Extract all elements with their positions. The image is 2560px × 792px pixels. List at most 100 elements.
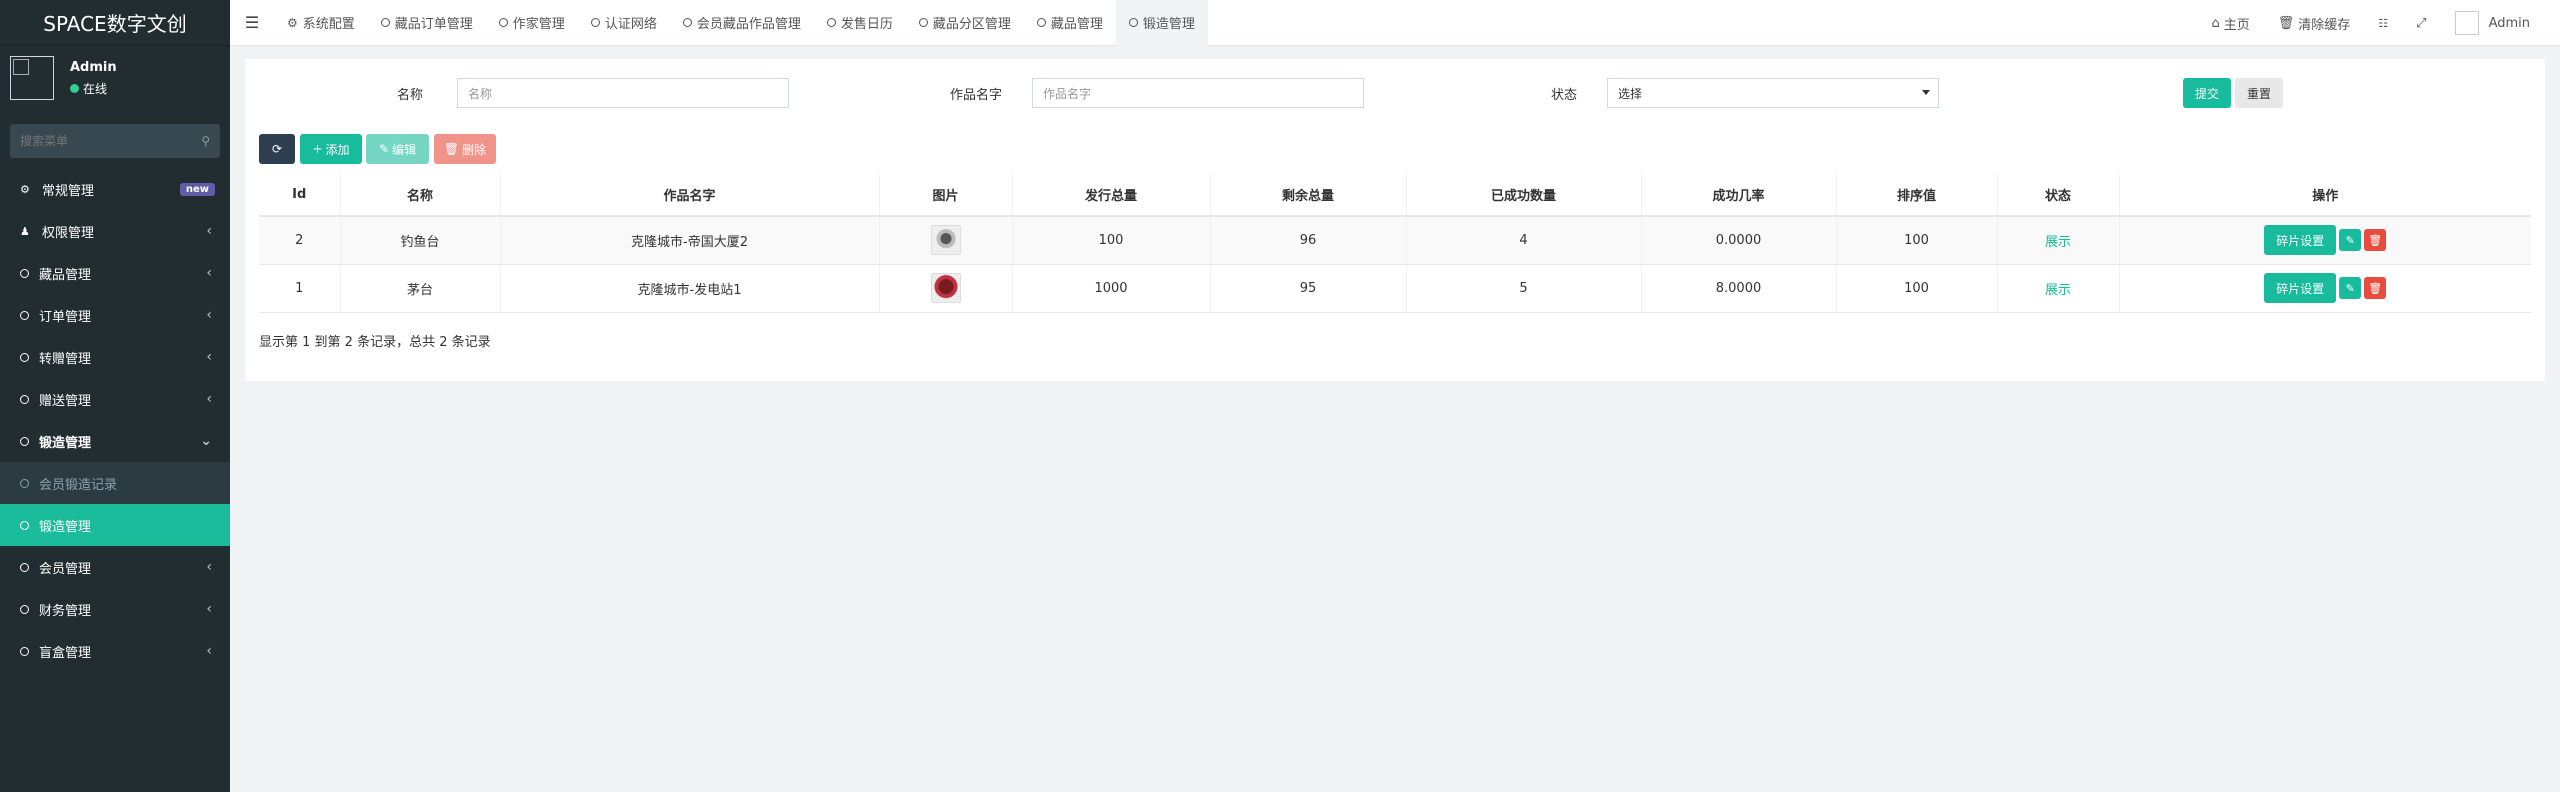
cell-work-name: 克隆城市-帝国大厦2 — [499, 216, 879, 265]
tab-label: 认证网络 — [604, 17, 657, 32]
cell-image — [878, 264, 1012, 313]
tab-collections[interactable]: 藏品管理 — [1024, 0, 1116, 46]
tab-collection-zones[interactable]: 藏品分区管理 — [906, 0, 1024, 46]
circle-icon — [20, 478, 29, 488]
circle-icon — [1128, 18, 1138, 27]
sidebar-item-blindbox[interactable]: 盲盒管理 ‹ — [0, 630, 230, 672]
col-image[interactable]: 图片 — [878, 174, 1012, 217]
cell-remaining: 95 — [1209, 264, 1406, 313]
language-icon: ☷ — [2378, 16, 2389, 30]
chevron-left-icon: ‹ — [206, 601, 212, 617]
sidebar-item-forge-management[interactable]: 锻造管理 — [0, 504, 230, 546]
col-success-count[interactable]: 已成功数量 — [1405, 174, 1641, 217]
row-edit-button[interactable]: ✎ — [2339, 277, 2362, 299]
delete-button[interactable]: 🗑 删除 — [434, 134, 496, 164]
col-id[interactable]: Id — [259, 174, 340, 217]
status-link[interactable]: 展示 — [2045, 235, 2071, 250]
trash-icon: 🗑 — [2368, 281, 2383, 295]
chevron-left-icon: ‹ — [206, 223, 212, 239]
clear-cache-button[interactable]: 🗑 清除缓存 — [2264, 14, 2365, 33]
col-status[interactable]: 状态 — [1996, 174, 2119, 217]
search-icon[interactable]: ⚲ — [201, 134, 210, 148]
tab-label: 藏品管理 — [1050, 17, 1103, 32]
cell-issued: 100 — [1011, 216, 1210, 265]
sidebar-item-permissions[interactable]: ♟ 权限管理 ‹ — [0, 210, 230, 252]
status-filter-label: 状态 — [1551, 88, 1578, 103]
sidebar-item-label: 财务管理 — [39, 603, 92, 619]
row-edit-button[interactable]: ✎ — [2339, 229, 2362, 252]
tab-label: 系统配置 — [302, 17, 355, 32]
work-filter-input[interactable]: 作品名字 — [1032, 78, 1364, 108]
circle-icon — [590, 18, 600, 27]
tab-release-calendar[interactable]: 发售日历 — [814, 0, 906, 46]
sidebar-item-member-forge-records[interactable]: 会员锻造记录 — [0, 462, 230, 504]
row-delete-button[interactable]: 🗑 — [2364, 229, 2387, 252]
reset-button[interactable]: 重置 — [2235, 78, 2283, 108]
sidebar-item-orders[interactable]: 订单管理 ‹ — [0, 294, 230, 336]
circle-icon — [20, 436, 29, 446]
circle-icon — [498, 18, 508, 27]
submit-button[interactable]: 提交 — [2183, 78, 2231, 108]
collection-thumbnail[interactable] — [930, 273, 961, 303]
content-panel: 名称 名称 作品名字 作品名字 状态 选择 提交 重置 ⟳ + 添加 ✎ 编辑 … — [245, 59, 2545, 381]
sidebar-item-collections[interactable]: 藏品管理 ‹ — [0, 252, 230, 294]
tab-forge-management[interactable]: 锻造管理 — [1115, 0, 1208, 46]
avatar — [2454, 11, 2479, 35]
topbar-right: ⌂ 主页 🗑 清除缓存 ☷ ⤢ Admin — [2197, 0, 2560, 46]
user-status: 在线 — [70, 80, 107, 97]
sidebar-item-label: 转赠管理 — [39, 351, 92, 367]
status-select[interactable]: 选择 — [1607, 78, 1939, 108]
fullscreen-button[interactable]: ⤢ — [2402, 16, 2440, 31]
cell-id: 1 — [259, 264, 340, 313]
sidebar-item-transfer[interactable]: 转赠管理 ‹ — [0, 336, 230, 378]
menu-search-input[interactable] — [20, 134, 202, 148]
table-row[interactable]: 1 茅台 克隆城市-发电站1 1000 95 5 8.0000 100 展示 碎… — [259, 264, 2531, 313]
col-sort[interactable]: 排序值 — [1835, 174, 1997, 217]
language-button[interactable]: ☷ — [2364, 17, 2402, 30]
sidebar-item-finance[interactable]: 财务管理 ‹ — [0, 588, 230, 630]
col-issued-total[interactable]: 发行总量 — [1011, 174, 1210, 217]
pencil-icon: ✎ — [2345, 281, 2355, 295]
col-work-name[interactable]: 作品名字 — [499, 174, 879, 217]
tab-collection-orders[interactable]: 藏品订单管理 — [368, 0, 486, 46]
hamburger-menu-icon[interactable]: ☰ — [230, 13, 274, 32]
sidebar-item-forge[interactable]: 锻造管理 ⌄ — [0, 420, 230, 462]
user-menu[interactable]: Admin — [2441, 11, 2560, 35]
tab-member-collection-works[interactable]: 会员藏品作品管理 — [670, 0, 814, 46]
cell-operations: 碎片设置 ✎ 🗑 — [2118, 216, 2531, 265]
online-dot-icon — [70, 84, 79, 93]
menu-search[interactable]: ⚲ — [10, 124, 220, 158]
home-link[interactable]: ⌂ 主页 — [2197, 14, 2263, 33]
table-row[interactable]: 2 钓鱼台 克隆城市-帝国大厦2 100 96 4 0.0000 100 展示 … — [259, 216, 2531, 265]
sidebar-item-label: 权限管理 — [42, 225, 95, 241]
add-button[interactable]: + 添加 — [300, 134, 362, 164]
col-name[interactable]: 名称 — [339, 174, 500, 217]
fragment-settings-button[interactable]: 碎片设置 — [2264, 273, 2337, 303]
sidebar-item-label: 会员管理 — [39, 561, 92, 577]
row-delete-button[interactable]: 🗑 — [2364, 277, 2387, 299]
tab-auth-network[interactable]: 认证网络 — [578, 0, 670, 46]
fragment-settings-button[interactable]: 碎片设置 — [2264, 225, 2337, 256]
expand-icon: ⤢ — [2416, 15, 2427, 31]
sidebar-item-members[interactable]: 会员管理 ‹ — [0, 546, 230, 588]
cell-status: 展示 — [1996, 264, 2119, 313]
collection-thumbnail[interactable] — [930, 225, 961, 256]
circle-icon — [20, 604, 29, 614]
tab-authors[interactable]: 作家管理 — [486, 0, 578, 46]
sidebar-item-general[interactable]: ⚙ 常规管理 new — [0, 168, 230, 210]
sidebar-item-gift[interactable]: 赠送管理 ‹ — [0, 378, 230, 420]
col-remaining-total[interactable]: 剩余总量 — [1209, 174, 1406, 217]
chevron-left-icon: ‹ — [206, 307, 212, 323]
col-success-rate[interactable]: 成功几率 — [1640, 174, 1836, 217]
refresh-button[interactable]: ⟳ — [259, 134, 295, 164]
tab-label: 发售日历 — [840, 17, 893, 32]
status-link[interactable]: 展示 — [2045, 283, 2071, 298]
app-logo[interactable]: SPACE数字文创 — [0, 0, 230, 46]
circle-icon — [20, 520, 29, 530]
circle-icon — [1036, 18, 1046, 27]
name-filter-input[interactable]: 名称 — [457, 78, 789, 108]
user-status-label: 在线 — [83, 82, 108, 96]
tab-system-config[interactable]: ⚙ 系统配置 — [274, 0, 368, 46]
edit-button[interactable]: ✎ 编辑 — [366, 134, 429, 164]
chevron-left-icon: ‹ — [206, 349, 212, 365]
